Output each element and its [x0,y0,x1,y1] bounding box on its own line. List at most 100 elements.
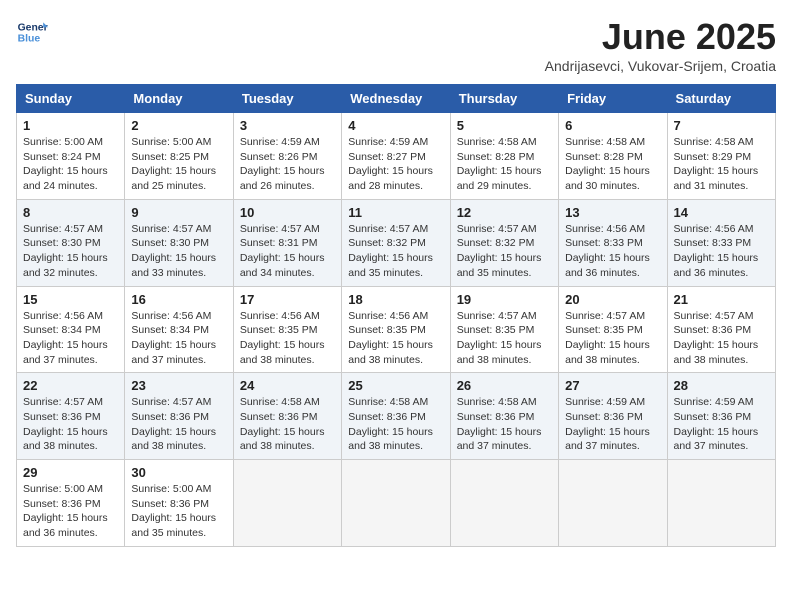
calendar-cell: 30 Sunrise: 5:00 AM Sunset: 8:36 PM Dayli… [125,460,233,547]
logo: General Blue [16,16,48,48]
weekday-header-thursday: Thursday [450,85,558,113]
calendar-cell: 15 Sunrise: 4:56 AM Sunset: 8:34 PM Dayli… [17,286,125,373]
weekday-header-sunday: Sunday [17,85,125,113]
day-number: 15 [23,292,118,307]
logo-icon: General Blue [16,16,48,48]
day-number: 16 [131,292,226,307]
calendar-cell: 18 Sunrise: 4:56 AM Sunset: 8:35 PM Dayli… [342,286,450,373]
day-number: 17 [240,292,335,307]
month-title: June 2025 [545,16,776,58]
calendar-week-row: 1Sunrise: 5:00 AM Sunset: 8:24 PM Daylig… [17,113,776,200]
day-info: Sunrise: 4:57 AM Sunset: 8:31 PM Dayligh… [240,222,335,281]
day-number: 22 [23,378,118,393]
day-number: 1 [23,118,118,133]
day-number: 6 [565,118,660,133]
calendar-cell: 26 Sunrise: 4:58 AM Sunset: 8:36 PM Dayli… [450,373,558,460]
day-info: Sunrise: 4:56 AM Sunset: 8:35 PM Dayligh… [240,309,335,368]
day-info: Sunrise: 4:56 AM Sunset: 8:33 PM Dayligh… [674,222,769,281]
day-info: Sunrise: 5:00 AM Sunset: 8:25 PM Dayligh… [131,135,226,194]
day-info: Sunrise: 4:59 AM Sunset: 8:36 PM Dayligh… [565,395,660,454]
day-number: 2 [131,118,226,133]
day-number: 5 [457,118,552,133]
day-number: 13 [565,205,660,220]
day-info: Sunrise: 4:59 AM Sunset: 8:36 PM Dayligh… [674,395,769,454]
calendar-cell: 5 Sunrise: 4:58 AM Sunset: 8:28 PM Daylig… [450,113,558,200]
day-number: 4 [348,118,443,133]
calendar-week-row: 22 Sunrise: 4:57 AM Sunset: 8:36 PM Dayli… [17,373,776,460]
day-number: 30 [131,465,226,480]
calendar-cell: 4 Sunrise: 4:59 AM Sunset: 8:27 PM Daylig… [342,113,450,200]
day-info: Sunrise: 4:56 AM Sunset: 8:34 PM Dayligh… [23,309,118,368]
day-info: Sunrise: 4:57 AM Sunset: 8:30 PM Dayligh… [131,222,226,281]
day-number: 23 [131,378,226,393]
day-info: Sunrise: 4:59 AM Sunset: 8:27 PM Dayligh… [348,135,443,194]
calendar-cell [233,460,341,547]
day-number: 21 [674,292,769,307]
weekday-header-friday: Friday [559,85,667,113]
weekday-header-row: SundayMondayTuesdayWednesdayThursdayFrid… [17,85,776,113]
calendar-cell: 29 Sunrise: 5:00 AM Sunset: 8:36 PM Dayli… [17,460,125,547]
day-info: Sunrise: 4:57 AM Sunset: 8:35 PM Dayligh… [565,309,660,368]
weekday-header-monday: Monday [125,85,233,113]
day-info: Sunrise: 4:59 AM Sunset: 8:26 PM Dayligh… [240,135,335,194]
calendar-cell: 16 Sunrise: 4:56 AM Sunset: 8:34 PM Dayli… [125,286,233,373]
day-number: 14 [674,205,769,220]
location-subtitle: Andrijasevci, Vukovar-Srijem, Croatia [545,58,776,74]
day-info: Sunrise: 4:57 AM Sunset: 8:32 PM Dayligh… [348,222,443,281]
calendar-cell [667,460,775,547]
day-number: 19 [457,292,552,307]
calendar-cell: 8 Sunrise: 4:57 AM Sunset: 8:30 PM Daylig… [17,199,125,286]
calendar-cell [559,460,667,547]
calendar-cell: 11 Sunrise: 4:57 AM Sunset: 8:32 PM Dayli… [342,199,450,286]
calendar-cell: 19 Sunrise: 4:57 AM Sunset: 8:35 PM Dayli… [450,286,558,373]
day-info: Sunrise: 5:00 AM Sunset: 8:36 PM Dayligh… [131,482,226,541]
day-number: 28 [674,378,769,393]
svg-text:Blue: Blue [18,34,41,45]
title-block: June 2025 Andrijasevci, Vukovar-Srijem, … [545,16,776,74]
day-number: 9 [131,205,226,220]
calendar-cell: 13 Sunrise: 4:56 AM Sunset: 8:33 PM Dayli… [559,199,667,286]
day-info: Sunrise: 4:56 AM Sunset: 8:35 PM Dayligh… [348,309,443,368]
calendar-cell: 3Sunrise: 4:59 AM Sunset: 8:26 PM Daylig… [233,113,341,200]
calendar-week-row: 15 Sunrise: 4:56 AM Sunset: 8:34 PM Dayli… [17,286,776,373]
calendar-cell: 21 Sunrise: 4:57 AM Sunset: 8:36 PM Dayli… [667,286,775,373]
calendar-cell: 25 Sunrise: 4:58 AM Sunset: 8:36 PM Dayli… [342,373,450,460]
day-info: Sunrise: 4:58 AM Sunset: 8:36 PM Dayligh… [348,395,443,454]
calendar-cell: 20 Sunrise: 4:57 AM Sunset: 8:35 PM Dayli… [559,286,667,373]
day-info: Sunrise: 4:58 AM Sunset: 8:28 PM Dayligh… [457,135,552,194]
calendar-cell: 7 Sunrise: 4:58 AM Sunset: 8:29 PM Daylig… [667,113,775,200]
calendar-cell [342,460,450,547]
day-number: 26 [457,378,552,393]
calendar-cell: 12 Sunrise: 4:57 AM Sunset: 8:32 PM Dayli… [450,199,558,286]
day-info: Sunrise: 4:57 AM Sunset: 8:36 PM Dayligh… [131,395,226,454]
day-number: 12 [457,205,552,220]
calendar-cell: 14 Sunrise: 4:56 AM Sunset: 8:33 PM Dayli… [667,199,775,286]
weekday-header-tuesday: Tuesday [233,85,341,113]
calendar-cell: 27 Sunrise: 4:59 AM Sunset: 8:36 PM Dayli… [559,373,667,460]
day-number: 25 [348,378,443,393]
day-number: 11 [348,205,443,220]
day-number: 7 [674,118,769,133]
day-info: Sunrise: 4:58 AM Sunset: 8:36 PM Dayligh… [240,395,335,454]
day-info: Sunrise: 4:57 AM Sunset: 8:35 PM Dayligh… [457,309,552,368]
day-number: 27 [565,378,660,393]
calendar-cell: 24Sunrise: 4:58 AM Sunset: 8:36 PM Dayli… [233,373,341,460]
calendar-cell: 10Sunrise: 4:57 AM Sunset: 8:31 PM Dayli… [233,199,341,286]
day-number: 29 [23,465,118,480]
day-number: 18 [348,292,443,307]
day-info: Sunrise: 4:58 AM Sunset: 8:28 PM Dayligh… [565,135,660,194]
day-info: Sunrise: 4:57 AM Sunset: 8:32 PM Dayligh… [457,222,552,281]
calendar-cell: 9 Sunrise: 4:57 AM Sunset: 8:30 PM Daylig… [125,199,233,286]
day-info: Sunrise: 4:58 AM Sunset: 8:36 PM Dayligh… [457,395,552,454]
day-info: Sunrise: 4:56 AM Sunset: 8:33 PM Dayligh… [565,222,660,281]
day-info: Sunrise: 4:57 AM Sunset: 8:36 PM Dayligh… [674,309,769,368]
day-number: 20 [565,292,660,307]
day-info: Sunrise: 4:56 AM Sunset: 8:34 PM Dayligh… [131,309,226,368]
calendar-week-row: 8 Sunrise: 4:57 AM Sunset: 8:30 PM Daylig… [17,199,776,286]
day-info: Sunrise: 4:57 AM Sunset: 8:30 PM Dayligh… [23,222,118,281]
day-number: 8 [23,205,118,220]
calendar-cell: 22Sunrise: 4:57 AM Sunset: 8:36 PM Dayli… [17,373,125,460]
day-info: Sunrise: 5:00 AM Sunset: 8:36 PM Dayligh… [23,482,118,541]
weekday-header-wednesday: Wednesday [342,85,450,113]
day-info: Sunrise: 4:58 AM Sunset: 8:29 PM Dayligh… [674,135,769,194]
